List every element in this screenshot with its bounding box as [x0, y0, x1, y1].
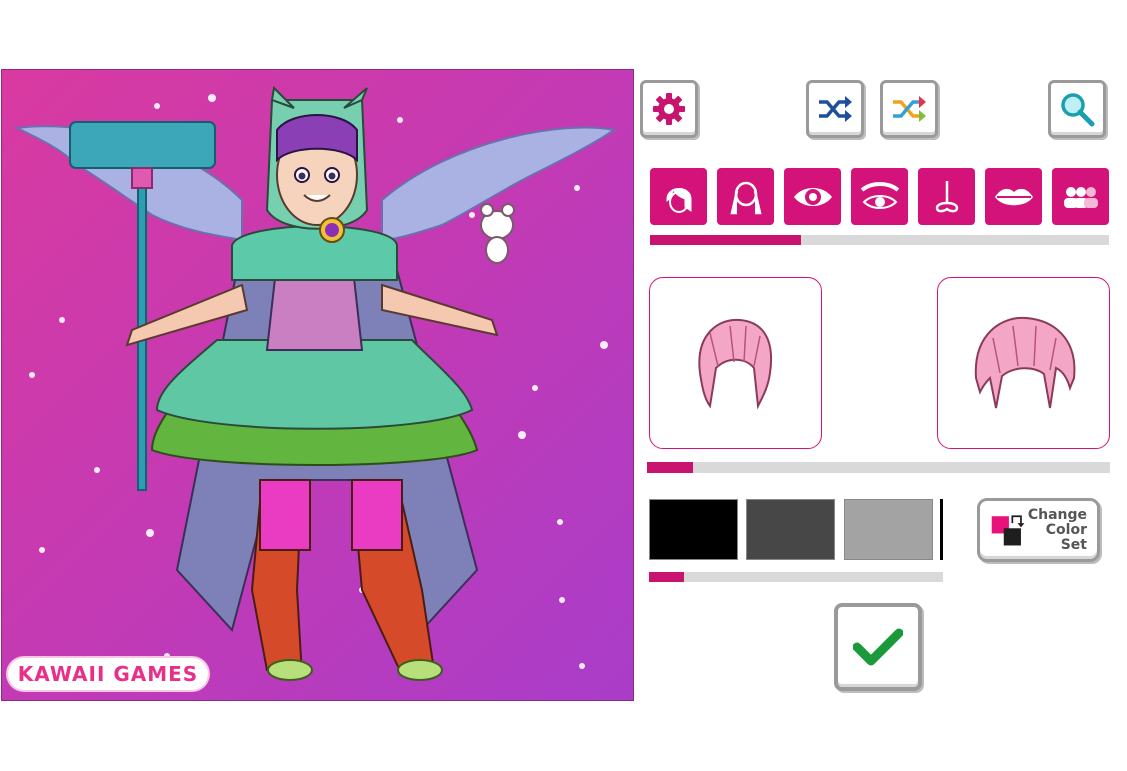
settings-button[interactable] [640, 80, 698, 138]
skirt [155, 339, 474, 430]
people-icon [1063, 186, 1098, 208]
tab-hair-front[interactable] [650, 168, 707, 225]
kawaii-games-logo[interactable]: KAWAII GAMES [8, 658, 208, 690]
confirm-button[interactable] [834, 603, 922, 691]
nose-icon [935, 180, 958, 212]
shuffle-color-icon [893, 96, 926, 122]
eyebrow-icon [860, 181, 899, 209]
character-illustration [13, 85, 617, 681]
option-card-hairstyle-2[interactable] [937, 277, 1110, 449]
hairstyle-2-preview [974, 316, 1076, 409]
hairstyle-1-preview [698, 318, 773, 410]
options-scroll-thumb[interactable] [647, 462, 694, 473]
color-scrollbar[interactable] [649, 572, 943, 582]
options-scrollbar[interactable] [647, 462, 1110, 473]
lips-icon [994, 188, 1033, 205]
color-scroll-thumb[interactable] [649, 572, 685, 582]
randomize-colors-button[interactable] [880, 80, 938, 138]
randomize-button[interactable] [806, 80, 864, 138]
gear-icon [653, 93, 685, 125]
magnifier-icon [1061, 93, 1095, 127]
eye-icon [793, 187, 832, 206]
shuffle-icon [819, 96, 852, 122]
color-set-icon [991, 515, 1025, 546]
checkmark-icon [853, 628, 903, 666]
tab-eyebrows[interactable] [851, 168, 908, 225]
tab-group[interactable] [1052, 168, 1109, 225]
zoom-button[interactable] [1048, 80, 1106, 138]
color-swatch-2[interactable] [746, 499, 835, 560]
tab-hair-back[interactable] [717, 168, 774, 225]
option-card-hairstyle-1[interactable] [649, 277, 822, 449]
hair-back-icon [729, 181, 762, 214]
hammer-head [69, 121, 216, 169]
category-scroll-thumb[interactable] [650, 235, 802, 245]
tab-eyes[interactable] [784, 168, 841, 225]
color-swatch-1[interactable] [649, 499, 738, 560]
category-scrollbar[interactable] [650, 235, 1109, 245]
tab-mouth[interactable] [985, 168, 1042, 225]
tab-nose[interactable] [918, 168, 975, 225]
color-swatch-4-partial[interactable] [940, 499, 943, 560]
character-stage: KAWAII GAMES [1, 69, 634, 701]
change-color-set-button[interactable]: Change Color Set [977, 498, 1100, 562]
change-color-set-label: Change Color Set [1027, 506, 1087, 553]
hair-front-icon [666, 187, 691, 213]
color-swatch-3[interactable] [844, 499, 933, 560]
